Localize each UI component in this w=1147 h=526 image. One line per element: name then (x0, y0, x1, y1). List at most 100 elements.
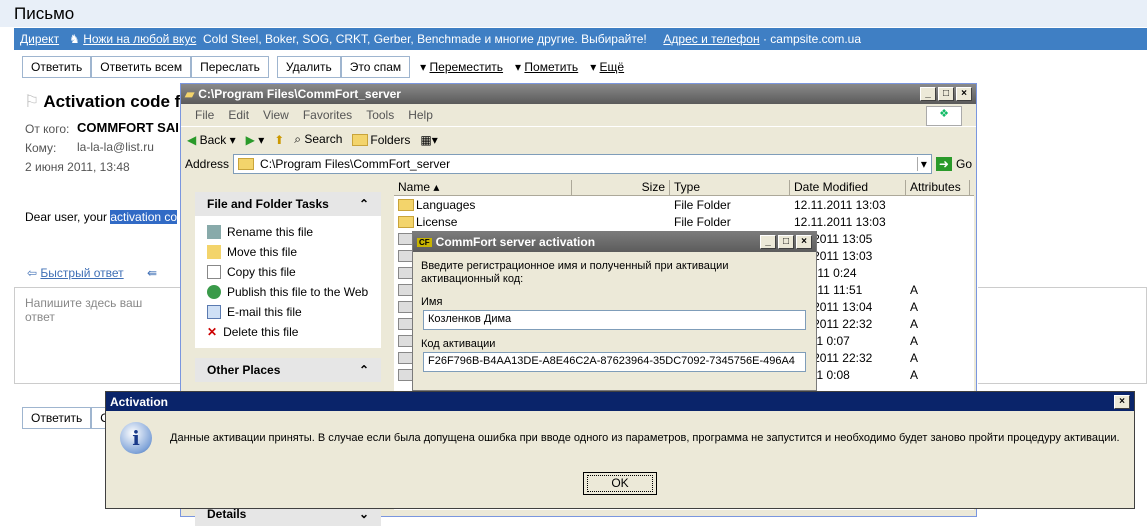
close-button[interactable]: × (956, 87, 972, 101)
mail-toolbar: Ответить Ответить всем Переслать Удалить… (22, 56, 624, 78)
name-input[interactable]: Козленков Дима (423, 310, 806, 330)
go-button[interactable]: ➜ Go (935, 157, 972, 171)
file-attr: A (910, 333, 919, 348)
file-name: Languages (394, 198, 572, 212)
ad-bar: Директ ♞ Ножи на любой вкус Cold Steel, … (14, 28, 1147, 50)
search-button[interactable]: ⌕ Search (294, 132, 342, 147)
move-icon (207, 245, 221, 259)
close-button[interactable]: × (1114, 394, 1130, 409)
delete-button[interactable]: Удалить (276, 56, 341, 78)
back-button[interactable]: ◀ Back ▾ (187, 133, 236, 147)
file-type: File Folder (674, 197, 731, 212)
views-button[interactable]: ▦▾ (420, 133, 437, 147)
delete-icon: ✕ (207, 325, 218, 339)
more-menu[interactable]: ▾ Ещё (578, 56, 624, 78)
col-size[interactable]: Size (572, 180, 670, 195)
email-icon (207, 305, 221, 319)
ok-button[interactable]: OK (583, 472, 657, 495)
message-box-title: Activation (110, 394, 169, 409)
minimize-button[interactable]: _ (920, 87, 936, 101)
to-label: Кому: (25, 141, 57, 155)
ad-domain: campsite.com.ua (770, 32, 861, 46)
message-body: Dear user, your activation co (25, 210, 178, 224)
move-menu[interactable]: ▾ Переместить (410, 56, 503, 78)
menu-file[interactable]: File (195, 108, 214, 122)
maximize-button[interactable]: □ (938, 87, 954, 101)
address-folder-icon (238, 158, 255, 170)
menu-tools[interactable]: Tools (366, 108, 394, 122)
task-copy[interactable]: Copy this file (207, 262, 369, 282)
ad-separator: · (762, 32, 767, 46)
task-email[interactable]: E-mail this file (207, 302, 369, 322)
folder-icon (398, 199, 414, 212)
copy-icon (207, 265, 221, 279)
menu-view[interactable]: View (263, 108, 289, 122)
column-headers: Name ▴ Size Type Date Modified Attribute… (394, 180, 974, 196)
file-folder-tasks-panel: File and Folder Tasks ⌃ Rename this file … (195, 192, 381, 348)
close-button[interactable]: × (796, 235, 812, 249)
collapse-icon[interactable]: ⌃ (359, 363, 369, 377)
message-box-titlebar[interactable]: Activation × (106, 392, 1134, 411)
reply-all-button[interactable]: Ответить всем (91, 56, 192, 78)
activation-titlebar[interactable]: CF CommFort server activation _ □ × (413, 232, 816, 252)
up-folder-button[interactable]: ⬆ (274, 133, 284, 147)
menu-help[interactable]: Help (408, 108, 433, 122)
file-attr: A (910, 350, 919, 365)
file-date: 12.11.2011 13:03 (794, 214, 886, 229)
body-selection: activation co (110, 210, 178, 224)
go-arrow-icon: ➜ (935, 157, 952, 171)
address-label: Address (185, 157, 230, 171)
address-bar: Address C:\Program Files\CommFort_server… (181, 152, 976, 176)
ad-address-link[interactable]: Адрес и телефон (663, 32, 759, 46)
task-rename[interactable]: Rename this file (207, 222, 369, 242)
task-publish[interactable]: Publish this file to the Web (207, 282, 369, 302)
activation-title: CommFort server activation (435, 235, 596, 249)
activation-window: CF CommFort server activation _ □ × Введ… (412, 231, 817, 391)
other-places-panel: Other Places ⌃ (195, 358, 381, 382)
message-subject: ⚐ Activation code fo (24, 92, 191, 111)
task-move[interactable]: Move this file (207, 242, 369, 262)
bottom-reply-button[interactable]: Ответить (22, 407, 92, 429)
windows-logo-icon: ❖ (926, 106, 962, 126)
file-attr: A (910, 367, 919, 382)
expand-icon[interactable]: ⌄ (359, 507, 369, 521)
reply-textarea[interactable]: Напишите здесь ваш ответ (14, 287, 184, 384)
task-pane: File and Folder Tasks ⌃ Rename this file … (195, 192, 381, 526)
code-input[interactable]: F26F796B-B4AA13DE-A8E46C2A-87623964-35DC… (423, 352, 806, 372)
forward-button[interactable]: Переслать (191, 56, 269, 78)
spam-button[interactable]: Это спам (340, 56, 411, 78)
maximize-button[interactable]: □ (778, 235, 794, 249)
explorer-titlebar[interactable]: ▰ C:\Program Files\CommFort_server _ □ × (181, 84, 976, 104)
back-arrow-icon: ◀ (187, 132, 197, 147)
col-name[interactable]: Name ▴ (394, 180, 572, 195)
folders-button[interactable]: Folders (352, 133, 410, 147)
reply-all-arrow-icon: ⇚ (147, 266, 158, 280)
col-date[interactable]: Date Modified (790, 180, 906, 195)
forward-button[interactable]: ▶ ▾ (246, 133, 265, 147)
col-type[interactable]: Type (670, 180, 790, 195)
ad-title-link[interactable]: Ножи на любой вкус (83, 32, 196, 46)
collapse-icon[interactable]: ⌃ (359, 197, 369, 211)
file-attr: A (910, 316, 919, 331)
file-row[interactable]: Languages File Folder 12.11.2011 13:03 (394, 196, 974, 213)
col-attributes[interactable]: Attributes (906, 180, 970, 195)
ad-direct-link[interactable]: Директ (20, 32, 59, 46)
menu-edit[interactable]: Edit (228, 108, 249, 122)
reply-button[interactable]: Ответить (22, 56, 92, 78)
task-delete[interactable]: ✕ Delete this file (207, 322, 369, 342)
file-folder-tasks-header[interactable]: File and Folder Tasks ⌃ (195, 192, 381, 216)
flag-icon[interactable]: ⚐ (24, 92, 39, 111)
folder-icon: ▰ (185, 87, 195, 101)
mark-menu[interactable]: ▾ Пометить (503, 56, 578, 78)
address-dropdown-icon[interactable]: ▾ (916, 157, 927, 171)
file-attr: A (910, 282, 919, 297)
minimize-button[interactable]: _ (760, 235, 776, 249)
quick-reply-link[interactable]: ⇦ Быстрый ответ ⇚ (27, 266, 157, 280)
from-value[interactable]: COMMFORT SAI (77, 120, 179, 135)
info-icon: i (120, 422, 152, 454)
to-value[interactable]: la-la-la@list.ru (77, 140, 154, 154)
other-places-header[interactable]: Other Places ⌃ (195, 358, 381, 382)
file-row[interactable]: License File Folder 12.11.2011 13:03 (394, 213, 974, 230)
menu-favorites[interactable]: Favorites (303, 108, 352, 122)
address-input[interactable]: C:\Program Files\CommFort_server ▾ (233, 154, 932, 174)
